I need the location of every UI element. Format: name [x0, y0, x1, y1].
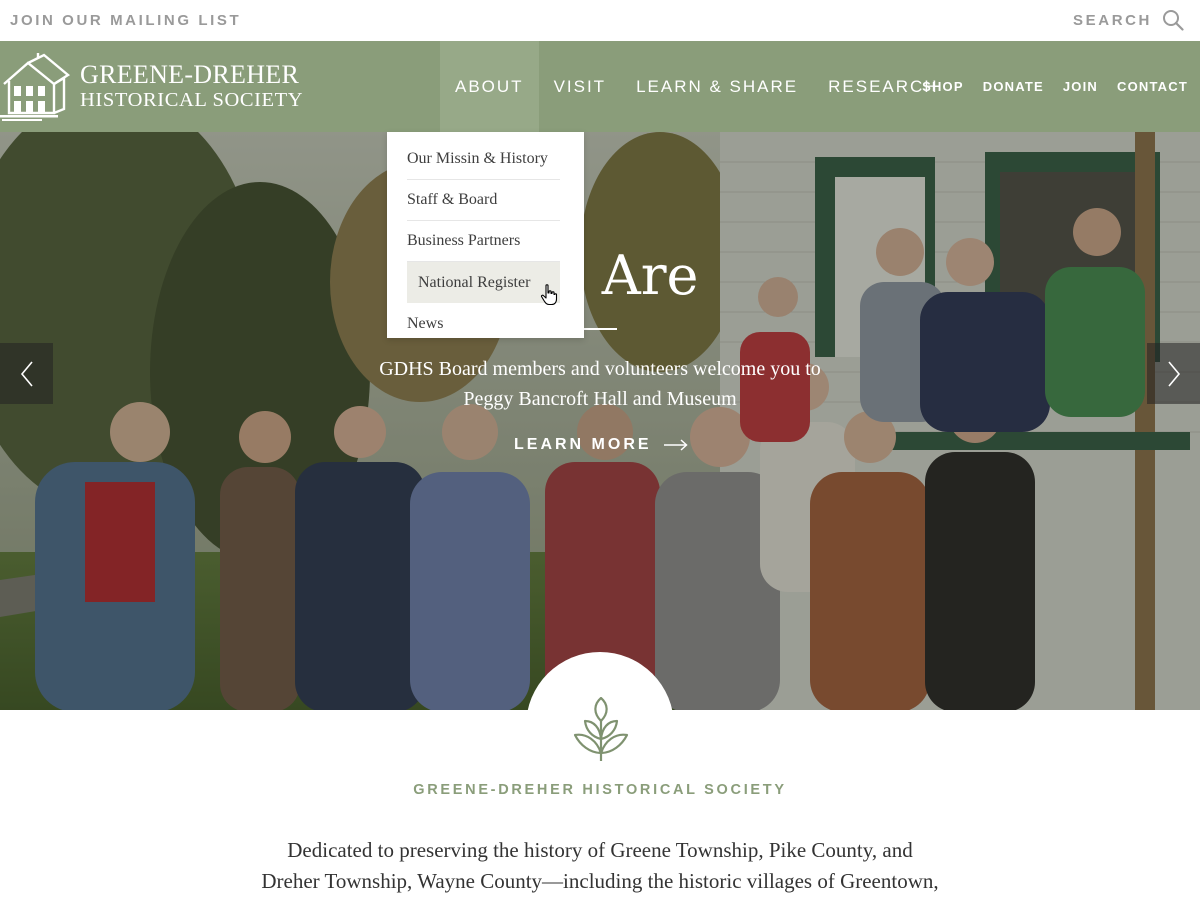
slider-next-button[interactable]	[1147, 343, 1200, 404]
chevron-right-icon	[1167, 360, 1180, 387]
hero-caption-line-1: GDHS Board members and volunteers welcom…	[379, 358, 821, 380]
intro-line-1: Dedicated to preserving the history of G…	[287, 838, 913, 862]
nav-item-learn-share[interactable]: LEARN & SHARE	[621, 41, 813, 132]
hero-caption: GDHS Board members and volunteers welcom…	[340, 354, 860, 414]
house-logo-icon	[0, 52, 71, 121]
hand-cursor-icon	[540, 284, 558, 306]
dropdown-item-national-register[interactable]: National Register	[407, 262, 560, 303]
about-dropdown-menu: Our Missin & History Staff & Board Busin…	[387, 132, 584, 338]
search-icon	[1163, 10, 1184, 31]
leaf-icon	[573, 697, 629, 761]
site-logo[interactable]: GREENE-DREHER HISTORICAL SOCIETY	[0, 49, 310, 124]
main-navbar: GREENE-DREHER HISTORICAL SOCIETY ABOUT V…	[0, 41, 1200, 132]
dropdown-item-staff-board[interactable]: Staff & Board	[407, 180, 560, 221]
chevron-left-icon	[20, 360, 33, 387]
intro-line-2: Dreher Township, Wayne County—including …	[261, 869, 939, 893]
learn-more-label: LEARN MORE	[514, 436, 652, 453]
dropdown-item-mission-history[interactable]: Our Missin & History	[407, 139, 560, 180]
hero-overlay	[0, 132, 1200, 710]
dropdown-item-news[interactable]: News	[407, 303, 560, 344]
intro-paragraph: Dedicated to preserving the history of G…	[0, 835, 1200, 897]
nav-item-join[interactable]: JOIN	[1063, 79, 1098, 94]
primary-nav: ABOUT VISIT LEARN & SHARE RESEARCH	[440, 41, 954, 132]
mailing-list-link[interactable]: JOIN OUR MAILING LIST	[10, 12, 241, 29]
nav-item-visit[interactable]: VISIT	[539, 41, 622, 132]
nav-item-shop[interactable]: SHOP	[922, 79, 964, 94]
logo-line-1: GREENE-DREHER	[80, 60, 300, 90]
hero-divider	[584, 328, 617, 330]
arrow-right-icon	[663, 439, 688, 451]
utility-bar: JOIN OUR MAILING LIST SEARCH	[0, 0, 1200, 41]
nav-item-contact[interactable]: CONTACT	[1117, 79, 1188, 94]
dropdown-item-business-partners[interactable]: Business Partners	[407, 221, 560, 262]
logo-line-2: HISTORICAL SOCIETY	[80, 89, 304, 112]
secondary-nav: SHOP DONATE JOIN CONTACT	[903, 41, 1188, 132]
hero-slider: We Are GDHS Board members and volunteers…	[0, 132, 1200, 710]
logo-wordmark: GREENE-DREHER HISTORICAL SOCIETY	[80, 62, 303, 111]
slider-prev-button[interactable]	[0, 343, 53, 404]
learn-more-link[interactable]: LEARN MORE	[514, 436, 688, 454]
nav-item-donate[interactable]: DONATE	[983, 79, 1044, 94]
search-label: SEARCH	[1073, 11, 1152, 29]
hero-title: We Are	[501, 244, 699, 307]
hero-caption-line-2: Peggy Bancroft Hall and Museum	[463, 388, 737, 410]
nav-item-about[interactable]: ABOUT	[440, 41, 539, 132]
search-toggle[interactable]: SEARCH	[1073, 9, 1184, 31]
org-name-heading: GREENE-DREHER HISTORICAL SOCIETY	[413, 782, 787, 798]
